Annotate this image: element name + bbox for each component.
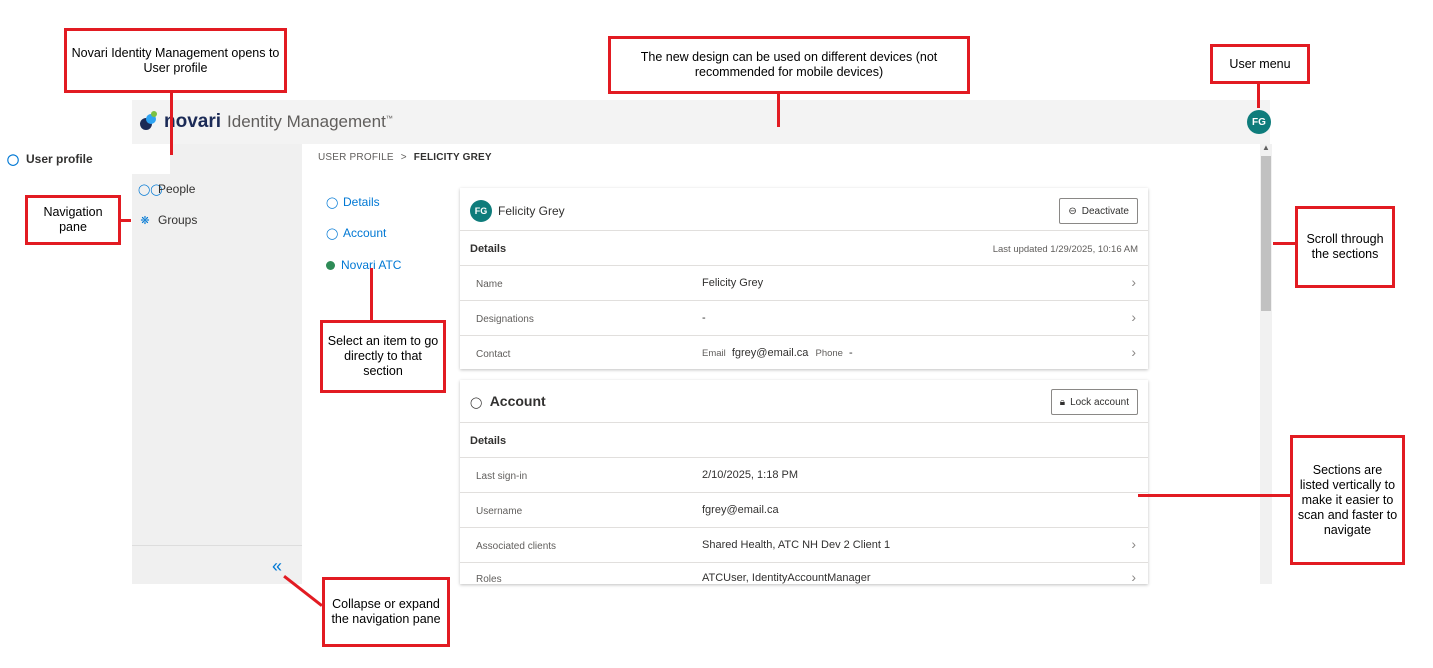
row-value: 2/10/2025, 1:18 PM — [702, 469, 799, 481]
account-icon: ◯ — [470, 397, 483, 409]
row-value: Felicity Grey — [702, 277, 764, 289]
breadcrumb-current: FELICITY GREY — [413, 152, 492, 163]
account-heading: ◯ Account — [470, 393, 546, 409]
row-label: Designations — [476, 314, 534, 325]
nav-divider — [132, 545, 302, 546]
connector-line — [1138, 494, 1290, 497]
user-name-heading: Felicity Grey — [498, 204, 565, 218]
connector-line — [370, 268, 373, 320]
row-name[interactable]: Name Felicity Grey › — [460, 265, 1148, 301]
row-value: - — [702, 312, 706, 324]
nav-item-groups[interactable]: ❋ Groups — [132, 205, 302, 235]
people-icon: ◯◯ — [138, 183, 163, 196]
user-avatar: FG — [470, 200, 492, 222]
row-label: Associated clients — [476, 541, 557, 552]
chevron-right-icon: › — [1131, 274, 1136, 290]
row-value: ATCUser, IdentityAccountManager — [702, 572, 871, 584]
lock-icon: 🔒︎ — [1059, 396, 1066, 408]
row-roles[interactable]: Roles ATCUser, IdentityAccountManager › — [460, 562, 1148, 584]
row-value: fgrey@email.ca — [702, 504, 779, 516]
nav-item-people[interactable]: ◯◯ People — [132, 174, 302, 204]
nav-item-user-profile[interactable]: ◯ User profile — [0, 144, 170, 174]
connector-line — [777, 94, 780, 127]
breadcrumb: USER PROFILE > FELICITY GREY — [318, 152, 492, 163]
account-section-header: Details — [460, 422, 1148, 458]
details-section-header: Details Last updated 1/29/2025, 10:16 AM — [460, 230, 1148, 266]
row-associated-clients[interactable]: Associated clients Shared Health, ATC NH… — [460, 527, 1148, 563]
callout-collapse-expand: Collapse or expand the navigation pane — [322, 577, 450, 647]
contact-value: Email fgrey@email.ca Phone - — [702, 347, 853, 359]
callout-new-design: The new design can be used on different … — [608, 36, 970, 94]
row-value: Shared Health, ATC NH Dev 2 Client 1 — [702, 539, 891, 551]
jump-link-details[interactable]: ◯ Details — [326, 195, 380, 209]
connector-line — [170, 93, 173, 155]
last-updated: Last updated 1/29/2025, 10:16 AM — [992, 244, 1138, 255]
green-dot-icon — [326, 260, 335, 270]
jump-link-label: Account — [343, 226, 387, 240]
chevron-right-icon: › — [1131, 536, 1136, 552]
connector-line — [121, 219, 131, 222]
callout-opens-to-user-profile: Novari Identity Management opens to User… — [64, 28, 287, 93]
novari-logo-icon — [140, 111, 157, 130]
connector-line — [1273, 242, 1295, 245]
nav-item-label: Groups — [158, 213, 198, 227]
callout-user-menu: User menu — [1210, 44, 1310, 84]
jump-link-account[interactable]: ◯ Account — [326, 226, 386, 240]
row-label: Last sign-in — [476, 471, 528, 482]
app-logo[interactable]: novari Identity Management™ — [138, 108, 393, 136]
row-label: Username — [476, 506, 523, 517]
account-card: ◯ Account 🔒︎ Lock account Details Last s… — [460, 380, 1148, 584]
row-label: Name — [476, 279, 503, 290]
chevron-right-icon: › — [1131, 569, 1136, 584]
scroll-up-arrow-icon[interactable]: ▲ — [1262, 143, 1270, 152]
person-icon: ◯ — [326, 196, 339, 209]
row-contact[interactable]: Contact Email fgrey@email.ca Phone - › — [460, 335, 1148, 370]
connector-line — [283, 575, 323, 607]
scrollbar-thumb[interactable] — [1261, 156, 1271, 311]
collapse-nav-icon[interactable]: « — [272, 556, 282, 577]
section-title: Details — [470, 435, 507, 447]
lock-account-button[interactable]: 🔒︎ Lock account — [1050, 389, 1138, 415]
details-card: FG Felicity Grey ⊖ Deactivate Details La… — [460, 188, 1148, 369]
lock-account-label: Lock account — [1070, 396, 1129, 408]
chevron-right-icon: › — [1131, 344, 1136, 360]
groups-icon: ❋ — [140, 214, 150, 227]
chevron-right-icon: › — [1131, 309, 1136, 325]
deactivate-button[interactable]: ⊖ Deactivate — [1059, 198, 1138, 224]
minus-circle-icon: ⊖ — [1068, 205, 1077, 217]
row-username: Username fgrey@email.ca — [460, 492, 1148, 528]
product-name: Identity Management™ — [227, 112, 393, 131]
jump-link-label: Details — [343, 195, 380, 209]
breadcrumb-separator: > — [400, 152, 407, 163]
breadcrumb-root[interactable]: USER PROFILE — [318, 152, 394, 163]
callout-scroll: Scroll through the sections — [1295, 206, 1395, 288]
row-designations[interactable]: Designations - › — [460, 300, 1148, 336]
row-last-sign-in: Last sign-in 2/10/2025, 1:18 PM — [460, 457, 1148, 493]
section-title: Details — [470, 243, 507, 255]
row-label: Contact — [476, 349, 511, 360]
callout-select-item: Select an item to go directly to that se… — [320, 320, 446, 393]
callout-navigation-pane: Navigation pane — [25, 195, 121, 245]
user-menu-avatar[interactable]: FG — [1247, 110, 1271, 134]
account-icon: ◯ — [326, 227, 339, 240]
connector-line — [1257, 84, 1260, 108]
nav-item-label: User profile — [26, 152, 93, 166]
jump-link-novari-atc[interactable]: Novari ATC — [326, 258, 401, 272]
callout-sections-vertical: Sections are listed vertically to make i… — [1290, 435, 1405, 565]
nav-item-label: People — [158, 182, 196, 196]
deactivate-label: Deactivate — [1081, 205, 1129, 217]
person-icon: ◯ — [6, 153, 20, 166]
row-label: Roles — [476, 574, 502, 584]
